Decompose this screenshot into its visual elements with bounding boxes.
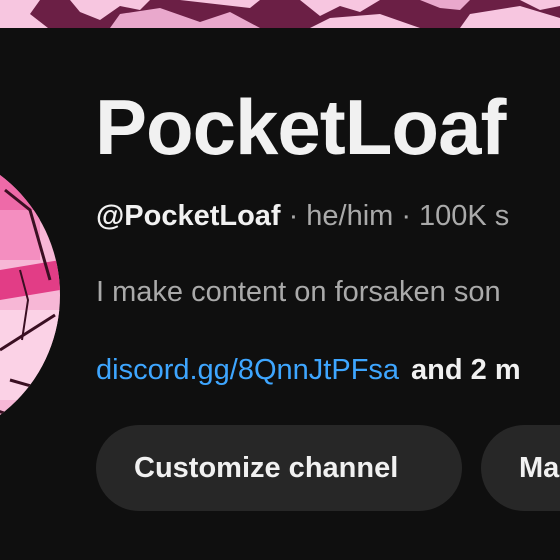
channel-pronouns: he/him — [306, 200, 394, 232]
customize-channel-button[interactable]: Customize channel — [96, 425, 462, 511]
manage-videos-button[interactable]: Ma — [481, 425, 560, 511]
channel-page: PocketLoaf @PocketLoaf · he/him · 100K s I m… — [0, 0, 560, 560]
channel-links: discord.gg/8QnnJtPFsa and 2 m — [96, 350, 521, 390]
meta-separator: · — [401, 200, 411, 232]
discord-link[interactable]: discord.gg/8QnnJtPFsa — [96, 354, 399, 386]
channel-meta: @PocketLoaf · he/him · 100K s — [96, 196, 509, 236]
meta-separator: · — [288, 200, 299, 232]
channel-banner — [0, 0, 560, 28]
channel-handle: @PocketLoaf — [96, 200, 281, 232]
channel-description[interactable]: I make content on forsaken son — [96, 272, 501, 312]
subscriber-count: 100K s — [418, 200, 510, 232]
channel-name: PocketLoaf — [95, 83, 506, 171]
channel-avatar[interactable] — [0, 150, 62, 450]
more-links-button[interactable]: and 2 m — [411, 354, 521, 386]
